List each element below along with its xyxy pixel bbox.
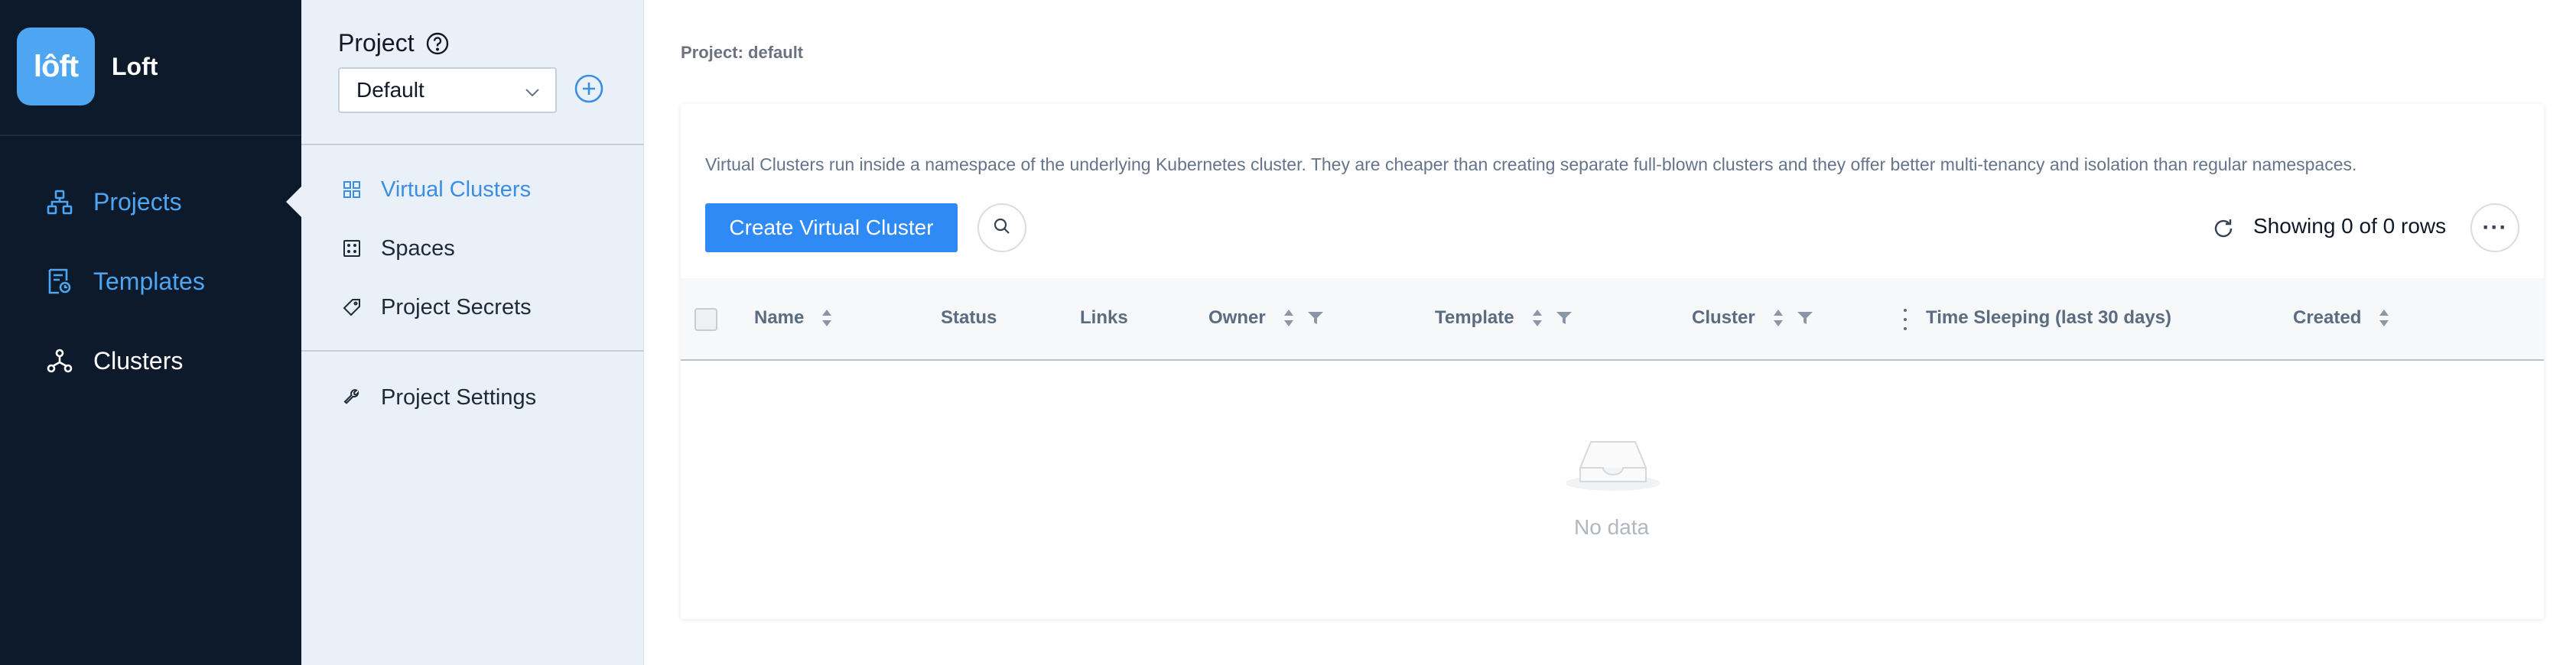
column-label: Status xyxy=(941,307,997,328)
subnav-divider xyxy=(301,144,644,145)
subnav-item-project-settings[interactable]: Project Settings xyxy=(341,381,536,414)
search-button[interactable] xyxy=(977,203,1026,252)
project-subnav: Project Default Virtual Clusters Spaces … xyxy=(301,0,644,665)
subnav-item-label: Project Secrets xyxy=(381,294,532,320)
filter-icon[interactable] xyxy=(1556,310,1573,326)
column-header-cluster[interactable]: Cluster xyxy=(1692,307,1813,329)
row-count: Showing 0 of 0 rows xyxy=(2253,214,2447,238)
page-description: Virtual Clusters run inside a namespace … xyxy=(705,154,2357,174)
project-select[interactable]: Default xyxy=(338,67,557,113)
column-header-owner[interactable]: Owner xyxy=(1208,307,1324,329)
nav-item-label: Templates xyxy=(93,267,205,295)
main-nav: lôft Loft Projects Templates Clusters xyxy=(0,0,301,665)
virtual-clusters-card: Virtual Clusters run inside a namespace … xyxy=(681,104,2544,619)
projects-icon xyxy=(44,187,75,217)
subnav-item-label: Spaces xyxy=(381,235,455,261)
more-options-button[interactable]: ··· xyxy=(2470,203,2519,252)
empty-state-text: No data xyxy=(1574,515,1650,539)
help-icon[interactable] xyxy=(425,31,450,56)
spaces-icon xyxy=(341,238,363,259)
project-select-value: Default xyxy=(356,78,424,102)
column-label: Time Sleeping (last 30 days) xyxy=(1926,307,2172,328)
column-header-template[interactable]: Template xyxy=(1435,307,1573,329)
column-label: Owner xyxy=(1208,307,1266,328)
subnav-item-label: Project Settings xyxy=(381,384,537,410)
wrench-icon xyxy=(341,387,363,408)
column-label: Links xyxy=(1080,307,1128,328)
column-label: Template xyxy=(1435,307,1514,328)
nav-item-label: Projects xyxy=(93,187,182,216)
sort-icon[interactable] xyxy=(1283,308,1295,328)
column-header-status: Status xyxy=(941,307,997,329)
column-header-links: Links xyxy=(1080,307,1128,329)
chevron-down-icon xyxy=(523,83,542,101)
sort-icon[interactable] xyxy=(2378,308,2390,328)
filter-icon[interactable] xyxy=(1307,310,1324,326)
table-header: Name Status Links Owner Template Cluster… xyxy=(681,278,2544,361)
column-label: Name xyxy=(754,307,805,328)
loft-logo: lôft xyxy=(17,28,95,105)
nav-item-templates[interactable]: Templates xyxy=(44,261,205,301)
search-icon xyxy=(992,216,1012,240)
refresh-icon[interactable] xyxy=(2210,216,2236,242)
filter-icon[interactable] xyxy=(1797,310,1813,326)
column-header-name[interactable]: Name xyxy=(754,307,833,329)
brand-name: Loft xyxy=(112,52,158,80)
subnav-item-project-secrets[interactable]: Project Secrets xyxy=(341,290,532,324)
project-label: Project xyxy=(338,29,450,57)
templates-icon xyxy=(44,266,75,297)
grid-icon xyxy=(341,179,363,200)
empty-inbox-icon xyxy=(1563,428,1663,492)
project-label-text: Project xyxy=(338,29,415,57)
tag-icon xyxy=(341,297,363,318)
add-project-icon[interactable] xyxy=(574,73,604,104)
sort-icon[interactable] xyxy=(1772,308,1784,328)
subnav-divider xyxy=(301,350,644,352)
select-all-checkbox[interactable] xyxy=(694,308,717,331)
nav-item-label: Clusters xyxy=(93,346,184,375)
more-icon: ··· xyxy=(2482,215,2508,240)
column-resize-handle[interactable] xyxy=(1903,309,1908,330)
nav-item-clusters[interactable]: Clusters xyxy=(44,341,183,381)
nav-divider xyxy=(0,135,301,136)
sort-icon[interactable] xyxy=(821,308,833,328)
active-nav-pointer xyxy=(286,187,301,217)
brand[interactable]: lôft Loft xyxy=(17,28,158,105)
column-label: Created xyxy=(2293,307,2362,328)
column-header-time-sleeping: Time Sleeping (last 30 days) xyxy=(1926,307,2171,329)
clusters-icon xyxy=(44,345,75,376)
page-title: Project: default xyxy=(681,43,804,62)
column-header-created[interactable]: Created xyxy=(2293,307,2390,329)
nav-item-projects[interactable]: Projects xyxy=(44,182,182,222)
create-virtual-cluster-button[interactable]: Create Virtual Cluster xyxy=(705,203,958,252)
subnav-item-label: Virtual Clusters xyxy=(381,177,532,202)
column-label: Cluster xyxy=(1692,307,1755,328)
sort-icon[interactable] xyxy=(1531,308,1543,328)
subnav-item-virtual-clusters[interactable]: Virtual Clusters xyxy=(341,173,531,206)
subnav-item-spaces[interactable]: Spaces xyxy=(341,232,455,265)
